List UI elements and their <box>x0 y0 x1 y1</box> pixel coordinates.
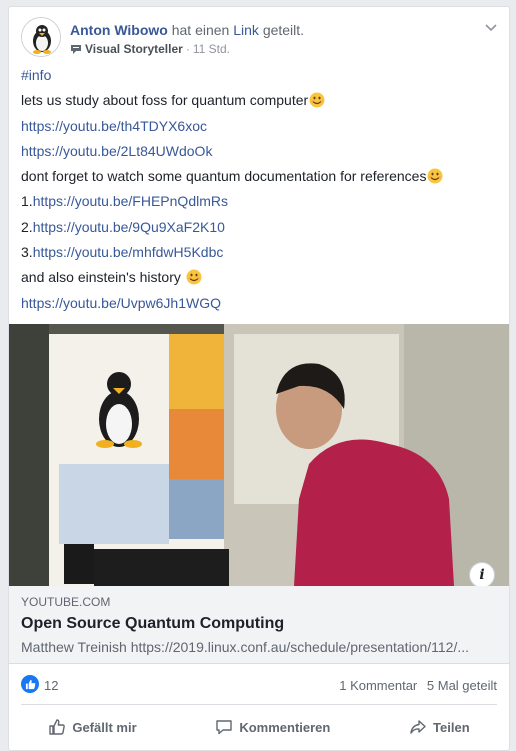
smiley-emoji-icon <box>309 91 325 108</box>
share-button[interactable]: Teilen <box>395 714 484 740</box>
author-name[interactable]: Anton Wibowo <box>70 22 168 38</box>
youtube-link[interactable]: https://youtu.be/Uvpw6Jh1WGQ <box>21 295 221 311</box>
video-thumbnail[interactable]: i <box>9 324 509 586</box>
smiley-emoji-icon <box>186 268 202 285</box>
comment-button[interactable]: Kommentieren <box>201 714 344 740</box>
stats-right: 1 Kommentar 5 Mal geteilt <box>333 678 497 693</box>
video-thumbnail-image <box>9 324 509 586</box>
post-time[interactable]: 11 Std. <box>193 42 230 56</box>
share-count[interactable]: 5 Mal geteilt <box>427 678 497 693</box>
info-icon: i <box>479 567 485 583</box>
youtube-link[interactable]: https://youtu.be/2Lt84UWdoOk <box>21 143 212 159</box>
action-text-pre: hat einen <box>171 22 230 38</box>
info-button[interactable]: i <box>469 562 495 586</box>
action-text-post: geteilt. <box>262 22 305 38</box>
post-stats: 12 1 Kommentar 5 Mal geteilt <box>21 675 497 697</box>
comment-count[interactable]: 1 Kommentar <box>339 678 417 693</box>
action-link[interactable]: Link <box>233 22 259 38</box>
link-title[interactable]: Open Source Quantum Computing <box>21 615 497 633</box>
share-label: Teilen <box>433 719 470 735</box>
youtube-link[interactable]: https://youtu.be/mhfdwH5Kdbc <box>33 244 224 260</box>
text-line: lets us study about foss for quantum com… <box>21 92 309 109</box>
comment-icon <box>216 720 233 735</box>
share-arrow-icon <box>410 720 426 734</box>
action-bar: Gefällt mir Kommentieren Teilen <box>9 710 509 744</box>
post-header-line: Anton Wibowo hat einen Link geteilt. <box>70 22 304 38</box>
separator: · <box>185 42 190 56</box>
smiley-emoji-icon <box>427 167 443 184</box>
avatar[interactable] <box>21 17 61 57</box>
post-text: #info lets us study about foss for quant… <box>9 63 509 316</box>
youtube-link[interactable]: https://youtu.be/9Qu9XaF2K10 <box>33 219 225 235</box>
like-reaction-icon[interactable] <box>21 675 39 693</box>
link-preview[interactable]: YOUTUBE.COM Open Source Quantum Computin… <box>9 586 509 664</box>
hashtag-link[interactable]: #info <box>21 67 51 83</box>
post-card: Anton Wibowo hat einen Link geteilt. Vis… <box>8 6 510 751</box>
group-label[interactable]: Visual Storyteller <box>85 42 183 56</box>
link-domain: YOUTUBE.COM <box>21 595 111 609</box>
list-number: 3. <box>21 244 33 261</box>
thumbs-up-icon <box>49 719 66 735</box>
post-header: Anton Wibowo hat einen Link geteilt. Vis… <box>9 7 509 63</box>
list-number: 1. <box>21 193 33 210</box>
like-count[interactable]: 12 <box>44 678 58 693</box>
divider <box>21 704 497 705</box>
chevron-down-icon[interactable] <box>483 19 499 35</box>
youtube-link[interactable]: https://youtu.be/th4TDYX6xoc <box>21 118 207 134</box>
list-number: 2. <box>21 218 33 235</box>
like-label: Gefällt mir <box>72 719 137 735</box>
storyteller-icon <box>71 45 81 54</box>
like-button[interactable]: Gefällt mir <box>34 714 150 740</box>
post-subline: Visual Storyteller · 11 Std. <box>70 42 230 56</box>
text-line: and also einstein's history <box>21 269 181 286</box>
youtube-link[interactable]: https://youtu.be/FHEPnQdlmRs <box>33 193 228 209</box>
text-line: dont forget to watch some quantum docume… <box>21 168 427 185</box>
link-description: Matthew Treinish https://2019.linux.conf… <box>21 639 470 655</box>
comment-label: Kommentieren <box>239 719 331 735</box>
